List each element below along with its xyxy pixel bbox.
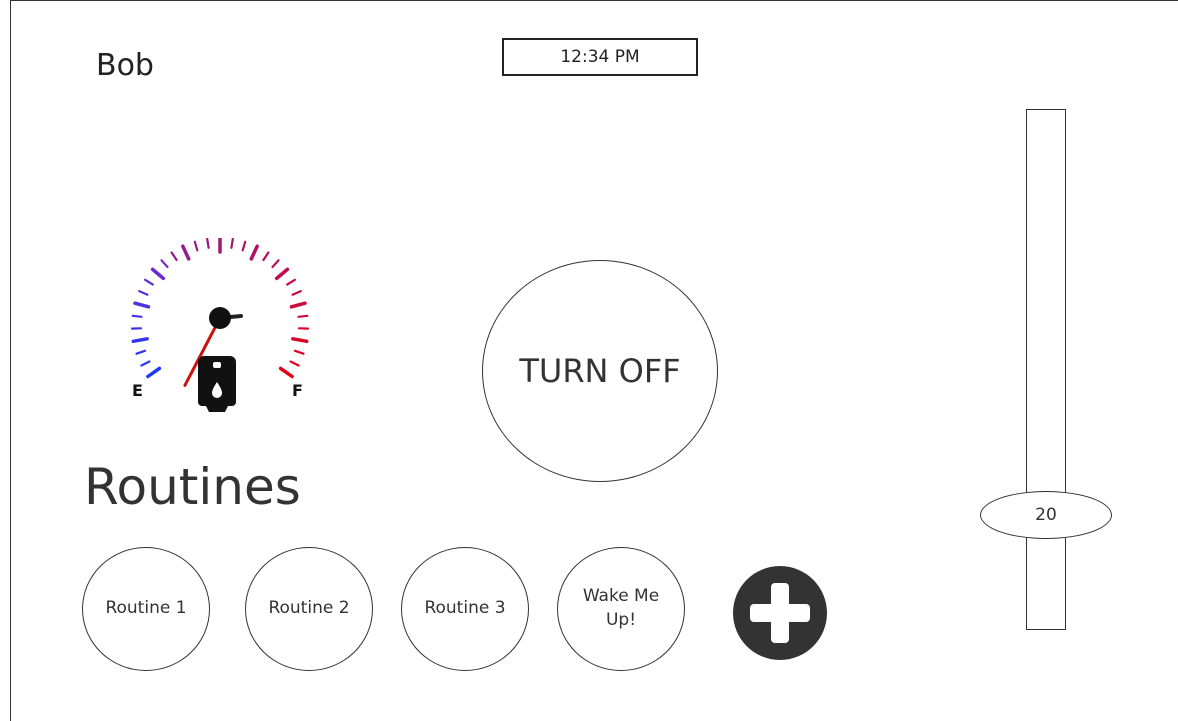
gauge-tick bbox=[140, 360, 151, 367]
gauge-tick bbox=[181, 244, 191, 261]
gauge-tick bbox=[206, 237, 210, 249]
gauge-tick bbox=[160, 259, 169, 269]
gauge-empty-label: E bbox=[132, 381, 143, 400]
gauge-tick bbox=[170, 251, 178, 262]
gauge-tick bbox=[131, 337, 149, 344]
gauge-tick bbox=[230, 237, 234, 249]
gauge-tick bbox=[286, 278, 296, 286]
gauge-tick bbox=[291, 289, 302, 296]
routine-2-button[interactable]: Routine 2 bbox=[245, 547, 373, 671]
gauge-tick bbox=[271, 259, 280, 269]
routine-1-button[interactable]: Routine 1 bbox=[82, 547, 210, 671]
gauge-tick bbox=[146, 366, 162, 379]
gauge-hub bbox=[209, 307, 231, 329]
gauge-tick bbox=[291, 337, 309, 344]
fuel-gauge: E F bbox=[96, 236, 336, 428]
gauge-tick bbox=[289, 360, 300, 367]
user-name: Bob bbox=[96, 48, 154, 83]
gauge-tick bbox=[278, 366, 294, 379]
gauge-tick bbox=[193, 240, 199, 252]
turn-off-button[interactable]: TURN OFF bbox=[482, 260, 718, 482]
gauge-tick bbox=[131, 314, 143, 318]
gauge-tick bbox=[297, 314, 309, 318]
gauge-tick bbox=[241, 240, 247, 252]
gauge-tick bbox=[135, 349, 147, 355]
routine-3-button[interactable]: Routine 3 bbox=[401, 547, 529, 671]
fuel-pump-icon bbox=[198, 356, 236, 412]
add-routine-button[interactable] bbox=[733, 566, 827, 660]
gauge-tick bbox=[274, 267, 290, 281]
gauge-tick bbox=[293, 349, 305, 355]
gauge-tick bbox=[138, 289, 149, 296]
gauge-tick bbox=[249, 244, 259, 261]
wake-me-up-button[interactable]: Wake Me Up! bbox=[557, 547, 685, 671]
fuel-gauge-graphic: E F bbox=[130, 236, 310, 412]
slider-track[interactable] bbox=[1026, 109, 1066, 630]
gauge-full-label: F bbox=[292, 381, 303, 400]
clock-display: 12:34 PM bbox=[502, 38, 698, 76]
gauge-tick bbox=[133, 301, 151, 309]
routines-heading: Routines bbox=[84, 458, 301, 516]
gauge-tick bbox=[143, 278, 154, 286]
gauge-tick bbox=[262, 251, 270, 262]
gauge-tick bbox=[150, 267, 166, 281]
gauge-tick bbox=[289, 301, 307, 309]
